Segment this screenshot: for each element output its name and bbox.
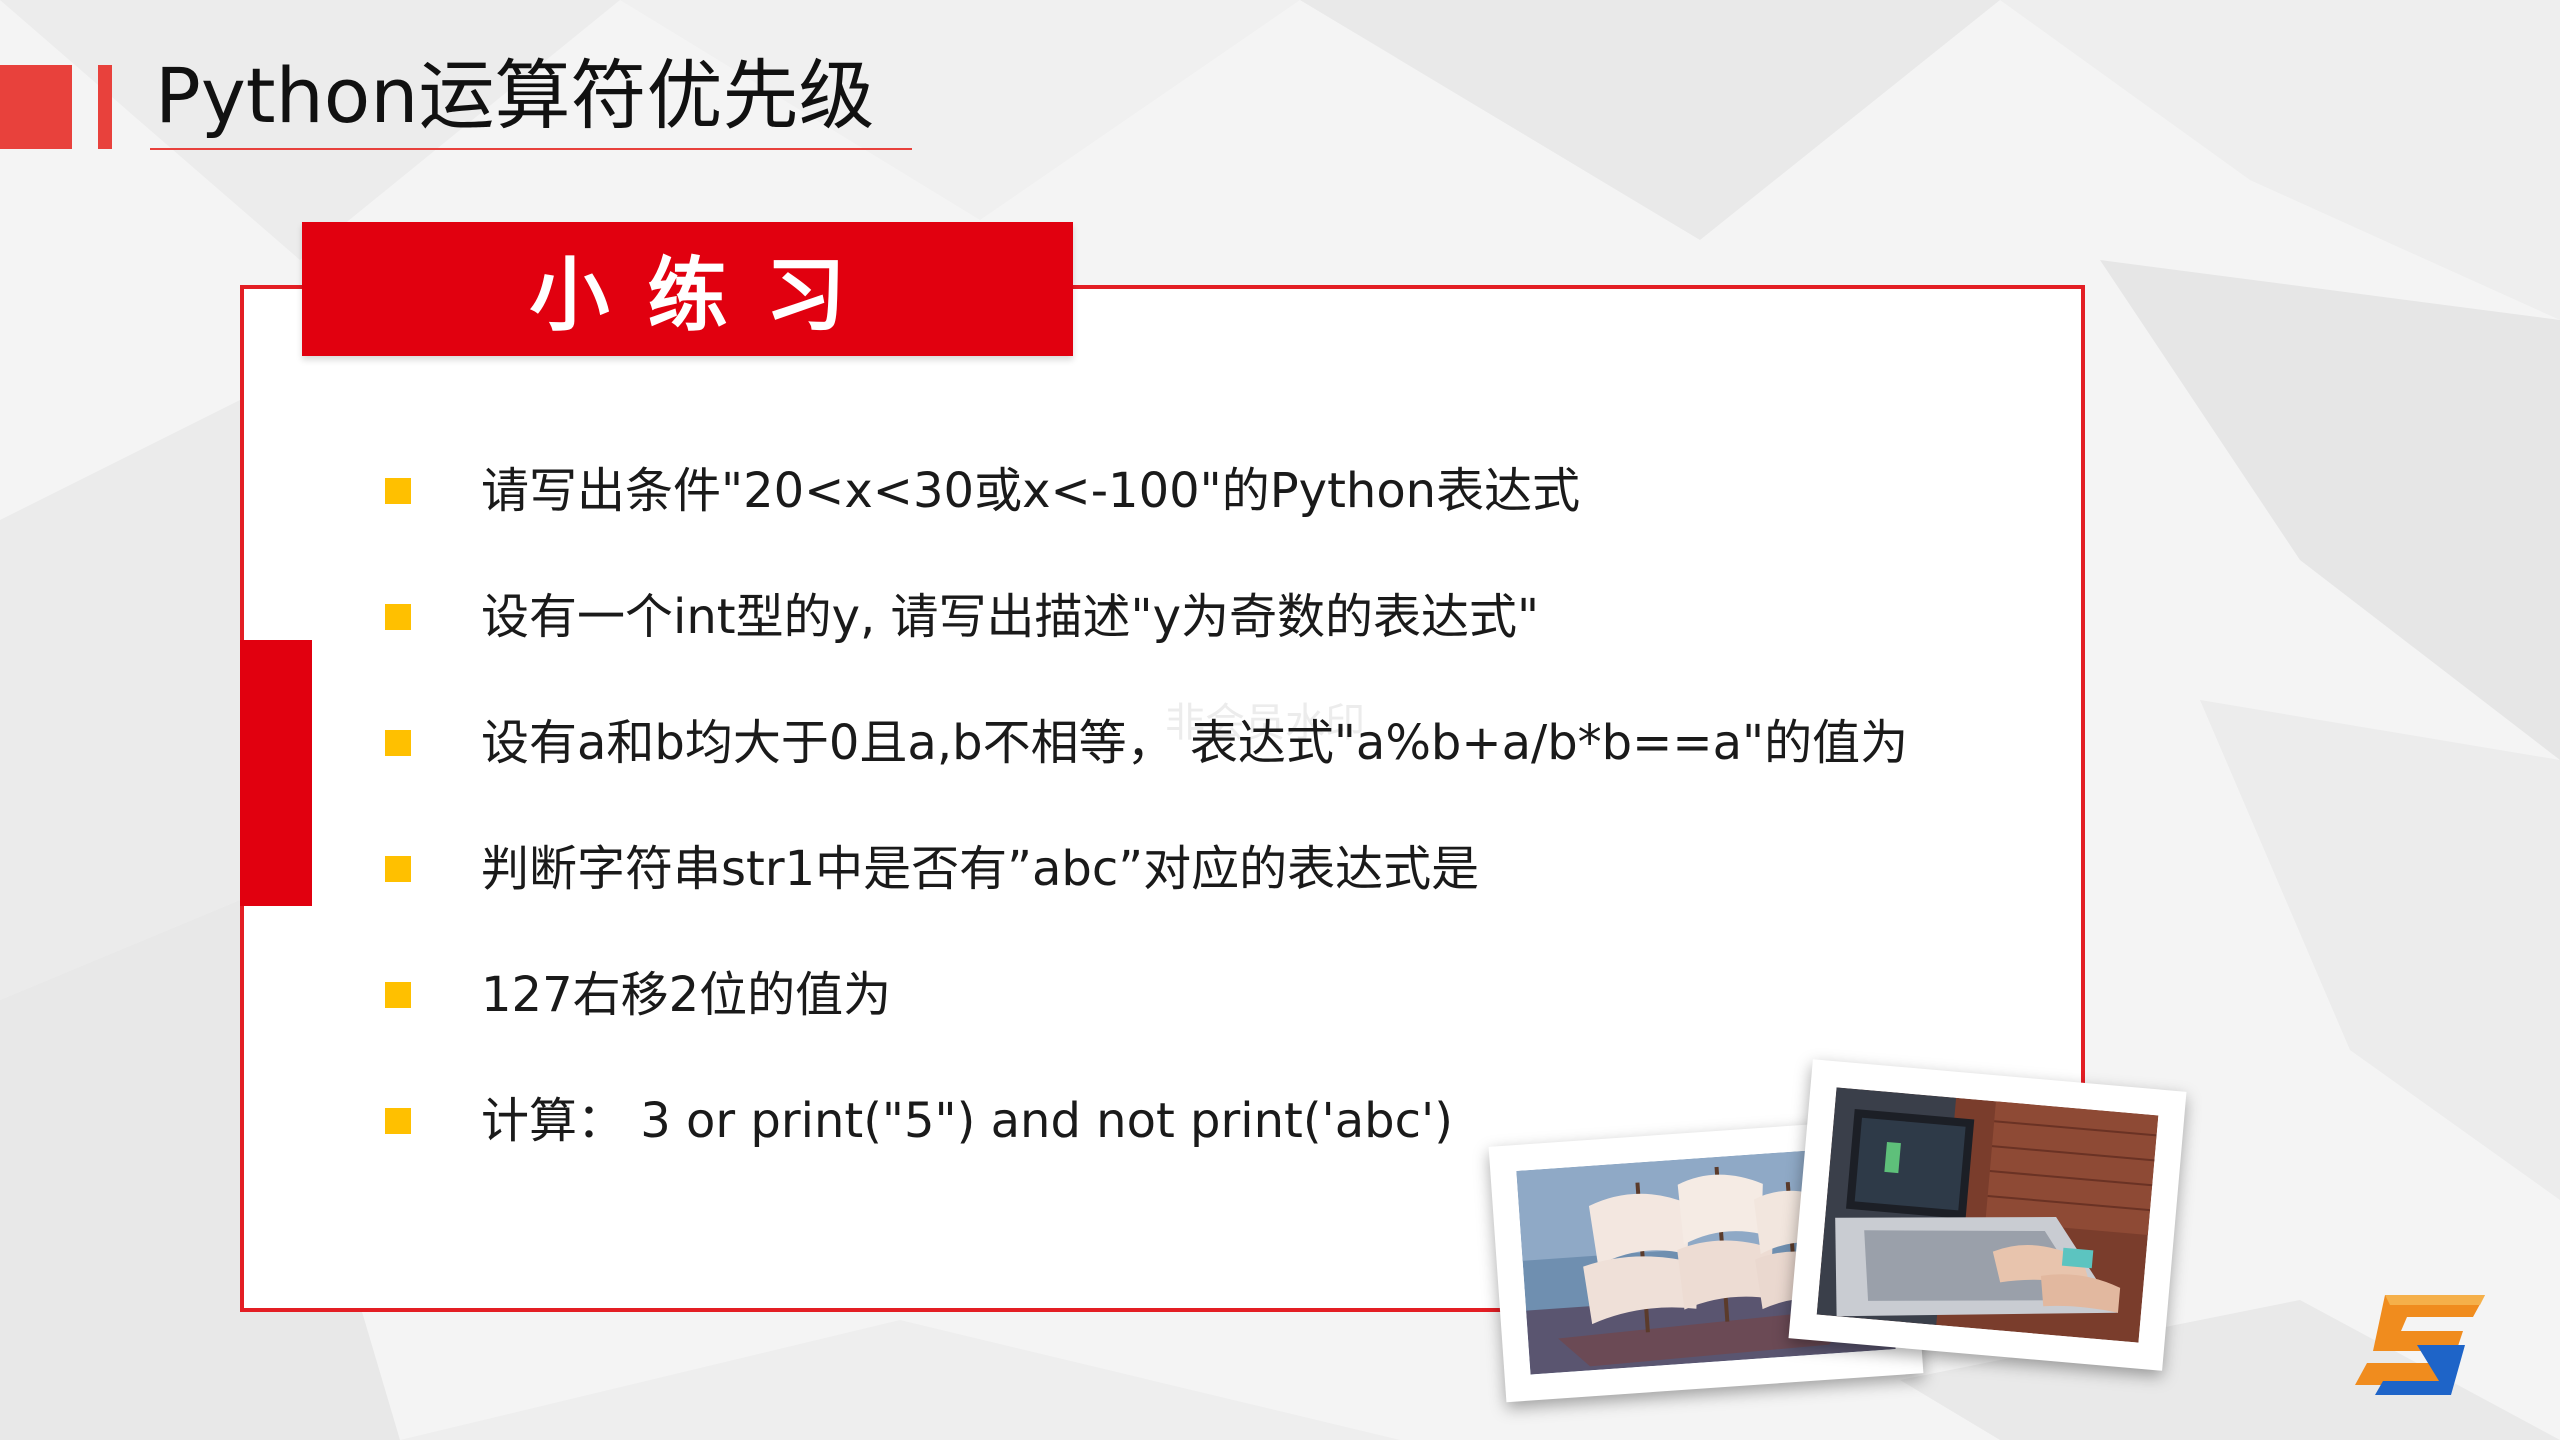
exercise-text: 请写出条件"20<x<30或x<-100"的Python表达式 xyxy=(481,463,1581,519)
title-accent-stripe xyxy=(98,65,112,149)
title-underline xyxy=(150,148,912,150)
exercise-text: 设有一个int型的y, 请写出描述"y为奇数的表达式" xyxy=(481,589,1540,645)
banner-label: 小练习 xyxy=(529,249,884,342)
list-item: 设有一个int型的y, 请写出描述"y为奇数的表达式" xyxy=(385,578,1908,704)
exercise-text: 127右移2位的值为 xyxy=(481,967,892,1023)
laptop-photo xyxy=(1788,1059,2187,1371)
square-bullet-icon xyxy=(385,856,411,882)
laptop-illustration xyxy=(1816,1087,2159,1343)
brand-s-logo-icon xyxy=(2355,1295,2485,1395)
panel-side-tab xyxy=(240,640,312,906)
square-bullet-icon xyxy=(385,1108,411,1134)
square-bullet-icon xyxy=(385,982,411,1008)
exercise-text: 计算： 3 or print("5") and not print('abc') xyxy=(481,1093,1453,1149)
square-bullet-icon xyxy=(385,604,411,630)
exercise-banner: 小练习 xyxy=(302,222,1073,356)
title-accent-block xyxy=(0,65,72,149)
square-bullet-icon xyxy=(385,730,411,756)
square-bullet-icon xyxy=(385,478,411,504)
exercise-text: 判断字符串str1中是否有”abc”对应的表达式是 xyxy=(481,841,1480,897)
list-item: 判断字符串str1中是否有”abc”对应的表达式是 xyxy=(385,830,1908,956)
exercise-text: 设有a和b均大于0且a,b不相等， 表达式"a%b+a/b*b==a"的值为 xyxy=(481,715,1909,771)
exercise-list: 请写出条件"20<x<30或x<-100"的Python表达式 设有一个int型… xyxy=(385,452,1908,1208)
list-item: 127右移2位的值为 xyxy=(385,956,1908,1082)
list-item: 请写出条件"20<x<30或x<-100"的Python表达式 xyxy=(385,452,1908,578)
list-item: 设有a和b均大于0且a,b不相等， 表达式"a%b+a/b*b==a"的值为 xyxy=(385,704,1908,830)
page-title: Python运算符优先级 xyxy=(155,51,875,140)
